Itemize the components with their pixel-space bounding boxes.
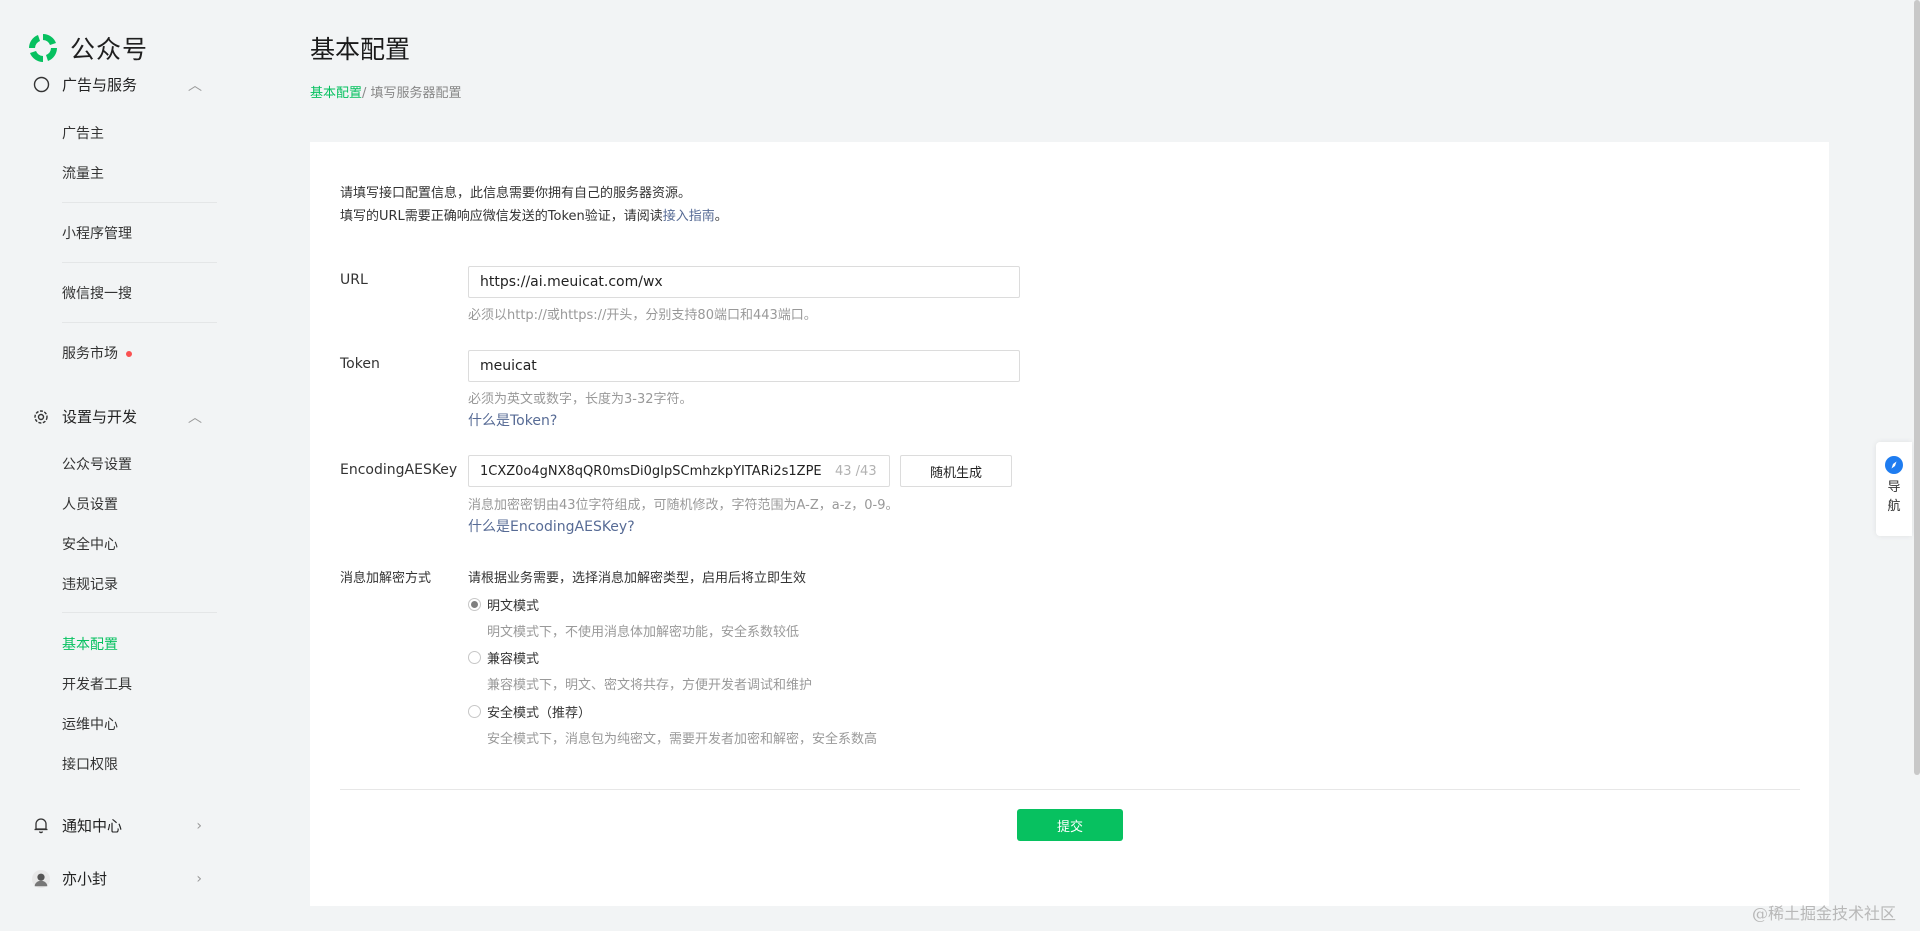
radio-label: 安全模式（推荐） xyxy=(487,706,592,721)
url-label: URL xyxy=(340,272,368,288)
sidebar: 公众号 广告与服务 ︿ 广告主 流量主 小程序管理 微信搜一搜 服务市场 设置与… xyxy=(0,0,232,931)
form-divider xyxy=(340,789,1800,790)
page-scrollbar[interactable] xyxy=(1914,0,1920,775)
notification-dot xyxy=(126,351,132,357)
plaintext-mode-desc: 明文模式下，不使用消息体加解密功能，安全系数较低 xyxy=(487,625,800,640)
radio-plaintext-mode[interactable]: 明文模式 xyxy=(468,595,539,614)
url-input[interactable] xyxy=(468,266,1020,298)
sidebar-divider xyxy=(62,262,217,263)
sidebar-item-wechat-search[interactable]: 微信搜一搜 xyxy=(62,283,132,303)
sidebar-item-label: 服务市场 xyxy=(62,346,118,362)
sidebar-group-label: 通知中心 xyxy=(62,817,123,835)
what-is-aes-key-link[interactable]: 什么是EncodingAESKey? xyxy=(468,516,635,536)
aes-key-hint: 消息加密密钥由43位字符组成，可随机修改，字符范围为A-Z，a-z，0-9。 xyxy=(468,498,899,513)
what-is-token-link[interactable]: 什么是Token? xyxy=(468,410,557,430)
chevron-up-icon: ︿ xyxy=(188,77,202,94)
wechat-official-logo-icon xyxy=(26,31,60,65)
breadcrumb-current: / 填写服务器配置 xyxy=(362,86,462,101)
sidebar-item-publisher[interactable]: 流量主 xyxy=(62,163,104,183)
page-title: 基本配置 xyxy=(310,35,411,64)
bell-icon xyxy=(32,817,50,835)
gear-icon xyxy=(32,408,50,426)
radio-label: 兼容模式 xyxy=(487,652,540,667)
compass-icon xyxy=(1885,456,1903,474)
sidebar-group-notifications[interactable]: 通知中心 › xyxy=(32,815,202,836)
chevron-up-icon: ︿ xyxy=(188,409,202,426)
aes-key-char-count: 43 /43 xyxy=(835,463,877,479)
token-hint: 必须为英文或数字，长度为3-32字符。 xyxy=(468,392,693,407)
sidebar-group-label: 设置与开发 xyxy=(62,408,138,426)
sidebar-item-violation-records[interactable]: 违规记录 xyxy=(62,574,118,594)
submit-button[interactable]: 提交 xyxy=(1017,809,1123,841)
floating-nav-label-bottom: 航 xyxy=(1887,499,1901,514)
sidebar-group-ads[interactable]: 广告与服务 ︿ xyxy=(32,74,202,95)
sidebar-item-ops-center[interactable]: 运维中心 xyxy=(62,714,118,734)
intro-line-2-text: 填写的URL需要正确响应微信发送的Token验证，请阅读 xyxy=(340,209,663,224)
random-generate-button[interactable]: 随机生成 xyxy=(900,455,1012,487)
user-name: 亦小封 xyxy=(62,870,108,888)
sidebar-item-api-permissions[interactable]: 接口权限 xyxy=(62,754,118,774)
floating-nav-button[interactable]: 导 航 xyxy=(1876,442,1912,536)
sidebar-divider xyxy=(62,202,217,203)
watermark: @稀土掘金技术社区 xyxy=(1752,904,1897,923)
aes-key-field: 43 /43 xyxy=(468,455,890,487)
floating-nav-label-top: 导 xyxy=(1887,480,1901,495)
radio-secure-mode[interactable]: 安全模式（推荐） xyxy=(468,702,591,721)
sidebar-group-settings[interactable]: 设置与开发 ︿ xyxy=(32,406,202,427)
compatible-mode-desc: 兼容模式下，明文、密文将共存，方便开发者调试和维护 xyxy=(487,678,813,693)
url-hint: 必须以http://或https://开头，分别支持80端口和443端口。 xyxy=(468,308,817,323)
aes-key-label: EncodingAESKey xyxy=(340,462,458,478)
sidebar-item-security-center[interactable]: 安全中心 xyxy=(62,534,118,554)
intro-line-2: 填写的URL需要正确响应微信发送的Token验证，请阅读接入指南。 xyxy=(340,205,728,228)
sidebar-group-label: 广告与服务 xyxy=(62,76,138,94)
aes-key-input[interactable] xyxy=(469,456,829,486)
chevron-right-icon: › xyxy=(196,817,202,834)
brand-name: 公众号 xyxy=(70,35,149,64)
sidebar-item-mini-program[interactable]: 小程序管理 xyxy=(62,223,132,243)
brand[interactable]: 公众号 xyxy=(26,28,226,68)
encryption-mode-description: 请根据业务需要，选择消息加解密类型，启用后将立即生效 xyxy=(468,571,807,586)
breadcrumb-link-basic-config[interactable]: 基本配置 xyxy=(310,86,362,101)
sidebar-divider xyxy=(62,322,217,323)
sidebar-item-member-settings[interactable]: 人员设置 xyxy=(62,494,118,514)
chevron-right-icon: › xyxy=(196,870,202,887)
sidebar-item-service-market[interactable]: 服务市场 xyxy=(62,343,132,363)
sidebar-item-basic-config[interactable]: 基本配置 xyxy=(62,634,118,654)
access-guide-link[interactable]: 接入指南 xyxy=(663,209,715,224)
sidebar-item-account-settings[interactable]: 公众号设置 xyxy=(62,454,132,474)
intro-line-2-end: 。 xyxy=(714,209,728,224)
sidebar-user-profile[interactable]: 亦小封 › xyxy=(32,868,202,889)
server-config-form: 请填写接口配置信息，此信息需要你拥有自己的服务器资源。 填写的URL需要正确响应… xyxy=(310,142,1829,906)
avatar xyxy=(32,869,50,888)
radio-button-checked[interactable] xyxy=(468,598,481,611)
sidebar-item-developer-tools[interactable]: 开发者工具 xyxy=(62,674,132,694)
radio-button[interactable] xyxy=(468,705,481,718)
token-label: Token xyxy=(340,356,380,372)
intro-line-1: 请填写接口配置信息，此信息需要你拥有自己的服务器资源。 xyxy=(340,186,692,201)
breadcrumb: 基本配置/ 填写服务器配置 xyxy=(310,82,462,101)
secure-mode-desc: 安全模式下，消息包为纯密文，需要开发者加密和解密，安全系数高 xyxy=(487,732,878,747)
radio-button[interactable] xyxy=(468,651,481,664)
sidebar-divider xyxy=(62,612,217,613)
token-input[interactable] xyxy=(468,350,1020,382)
intro-text: 请填写接口配置信息，此信息需要你拥有自己的服务器资源。 填写的URL需要正确响应… xyxy=(340,182,728,228)
radio-compatible-mode[interactable]: 兼容模式 xyxy=(468,648,539,667)
sidebar-item-advertiser[interactable]: 广告主 xyxy=(62,123,104,143)
radio-label: 明文模式 xyxy=(487,599,540,614)
encryption-mode-label: 消息加解密方式 xyxy=(340,571,432,586)
ad-service-icon xyxy=(32,76,50,94)
